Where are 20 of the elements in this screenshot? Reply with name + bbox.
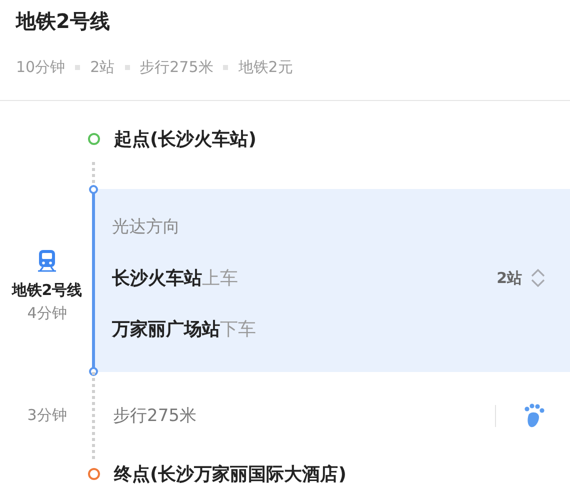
summary-item: 地铁2元: [238, 58, 293, 77]
summary-item: 2站: [90, 58, 115, 77]
summary-item: 10分钟: [16, 58, 66, 77]
summary-item: 步行275米: [140, 58, 214, 77]
start-point-marker: [88, 132, 100, 144]
segment-duration: 4分钟: [27, 304, 67, 322]
boarding-station: 长沙火车站上车: [112, 267, 238, 290]
end-point-label: 终点(长沙万家丽国际大酒店): [114, 463, 346, 486]
subway-line-name: 地铁2号线: [12, 280, 82, 300]
subway-train-icon: [37, 248, 57, 272]
route-title: 地铁2号线: [16, 8, 111, 35]
footprint-icon[interactable]: [522, 402, 546, 428]
alighting-station: 万家丽广场站下车: [112, 318, 256, 341]
end-point-marker: [88, 468, 100, 480]
walk-distance: 步行275米: [113, 405, 198, 427]
expand-chevron-icon: [530, 267, 546, 289]
segment-duration: 3分钟: [27, 406, 67, 425]
start-point-label: 起点(长沙火车站): [114, 128, 256, 150]
direction-label: 光达方向: [112, 216, 181, 239]
stops-toggle[interactable]: 2站: [496, 267, 546, 289]
